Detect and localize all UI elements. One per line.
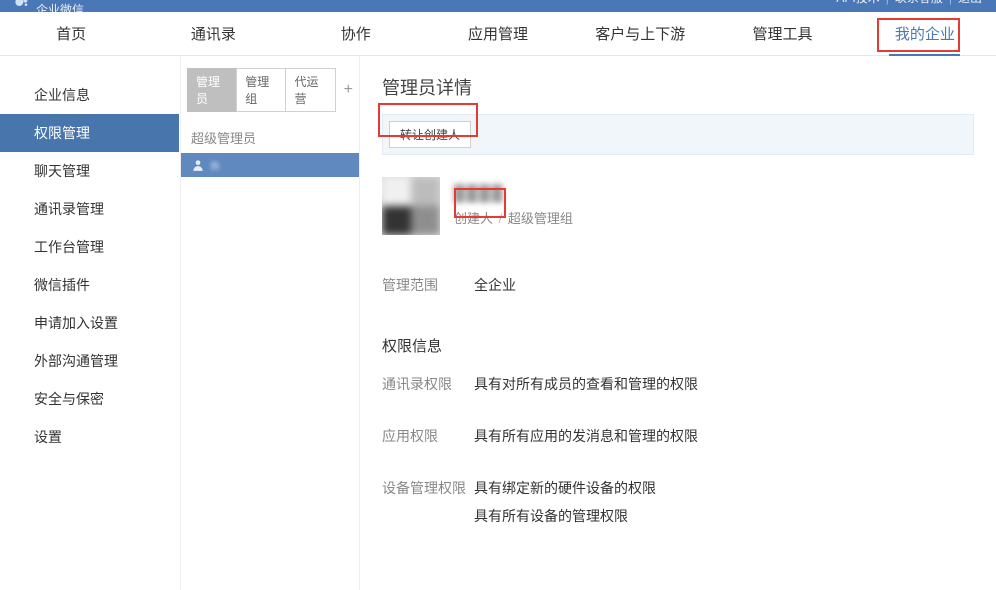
- admin-list-panel: 管理员 管理组 代运营 + 超级管理员 n: [180, 56, 360, 590]
- perm-label: 设备管理权限: [382, 478, 474, 534]
- tab-home[interactable]: 首页: [0, 12, 142, 55]
- tab-customers[interactable]: 客户与上下游: [569, 12, 711, 55]
- scope-value: 全企业: [474, 275, 516, 295]
- sidebar-item-join-settings[interactable]: 申请加入设置: [0, 304, 179, 342]
- admin-name: n: [211, 157, 219, 173]
- sidebar-item-security[interactable]: 安全与保密: [0, 380, 179, 418]
- perm-value-line: 具有所有设备的管理权限: [474, 506, 656, 526]
- transfer-creator-button[interactable]: 转让创建人: [389, 121, 471, 148]
- profile-meta: 创建人 / 超级管理组: [454, 208, 573, 227]
- perm-value-line: 具有所有应用的发消息和管理的权限: [474, 426, 698, 446]
- tab-apps[interactable]: 应用管理: [427, 12, 569, 55]
- perm-label: 应用权限: [382, 426, 474, 454]
- sidebar-item-contacts-mgmt[interactable]: 通讯录管理: [0, 190, 179, 228]
- content-pane: 管理员详情 转让创建人 ████ 创建人 / 超级管理组 管理范围 全企业 权限…: [360, 56, 996, 590]
- transfer-bar: 转让创建人: [382, 114, 974, 155]
- admin-group-label: 超级管理组: [508, 211, 573, 226]
- profile-display-name: ████: [454, 185, 573, 202]
- sidebar-item-workspace-mgmt[interactable]: 工作台管理: [0, 228, 179, 266]
- sidebar-item-external-comm[interactable]: 外部沟通管理: [0, 342, 179, 380]
- mtab-admin[interactable]: 管理员: [187, 68, 237, 112]
- sidebar-item-enterprise-info[interactable]: 企业信息: [0, 76, 179, 114]
- person-icon: [191, 158, 205, 172]
- admin-section-title: 超级管理员: [181, 112, 359, 153]
- admin-profile: ████ 创建人 / 超级管理组: [382, 177, 974, 235]
- scope-row: 管理范围 全企业: [382, 275, 974, 295]
- meta-slash: /: [499, 211, 503, 226]
- mtab-agency[interactable]: 代运营: [285, 68, 335, 112]
- tab-collaborate[interactable]: 协作: [285, 12, 427, 55]
- sidebar-item-wechat-plugin[interactable]: 微信插件: [0, 266, 179, 304]
- perm-section-title: 权限信息: [382, 335, 974, 356]
- top-nav: 首页 通讯录 协作 应用管理 客户与上下游 管理工具 我的企业: [0, 12, 996, 56]
- avatar: [382, 177, 440, 235]
- mtab-group[interactable]: 管理组: [236, 68, 286, 112]
- sidebar-item-chat[interactable]: 聊天管理: [0, 152, 179, 190]
- page-title: 管理员详情: [382, 74, 974, 100]
- avatar-placeholder: [382, 177, 440, 235]
- perm-label: 通讯录权限: [382, 374, 474, 402]
- scope-label: 管理范围: [382, 275, 474, 295]
- perm-row-contacts: 通讯录权限 具有对所有成员的查看和管理的权限: [382, 374, 974, 402]
- admin-role-tabs: 管理员 管理组 代运营 +: [181, 68, 359, 112]
- add-group-icon[interactable]: +: [344, 82, 353, 98]
- tab-tools[interactable]: 管理工具: [711, 12, 853, 55]
- perm-value-line: 具有绑定新的硬件设备的权限: [474, 478, 656, 498]
- perm-value: 具有对所有成员的查看和管理的权限: [474, 374, 698, 402]
- perm-row-apps: 应用权限 具有所有应用的发消息和管理的权限: [382, 426, 974, 454]
- perm-value: 具有绑定新的硬件设备的权限 具有所有设备的管理权限: [474, 478, 656, 534]
- tab-my-enterprise[interactable]: 我的企业: [854, 12, 996, 55]
- perm-value-line: 具有对所有成员的查看和管理的权限: [474, 374, 698, 394]
- perm-row-devices: 设备管理权限 具有绑定新的硬件设备的权限 具有所有设备的管理权限: [382, 478, 974, 534]
- tab-contacts[interactable]: 通讯录: [142, 12, 284, 55]
- sidebar-item-settings[interactable]: 设置: [0, 418, 179, 456]
- sidebar-item-permissions[interactable]: 权限管理: [0, 114, 179, 152]
- main-area: 企业信息 权限管理 聊天管理 通讯录管理 工作台管理 微信插件 申请加入设置 外…: [0, 56, 996, 590]
- sidebar: 企业信息 权限管理 聊天管理 通讯录管理 工作台管理 微信插件 申请加入设置 外…: [0, 56, 180, 590]
- perm-value: 具有所有应用的发消息和管理的权限: [474, 426, 698, 454]
- brand: 企业微信: [14, 0, 84, 12]
- admin-list-item[interactable]: n: [181, 153, 359, 177]
- app-header: 企业微信 API技术 | 联系客服 | 退出: [0, 0, 996, 12]
- creator-label: 创建人: [454, 211, 493, 226]
- logo-icon: [14, 0, 30, 10]
- profile-text: ████ 创建人 / 超级管理组: [454, 185, 573, 227]
